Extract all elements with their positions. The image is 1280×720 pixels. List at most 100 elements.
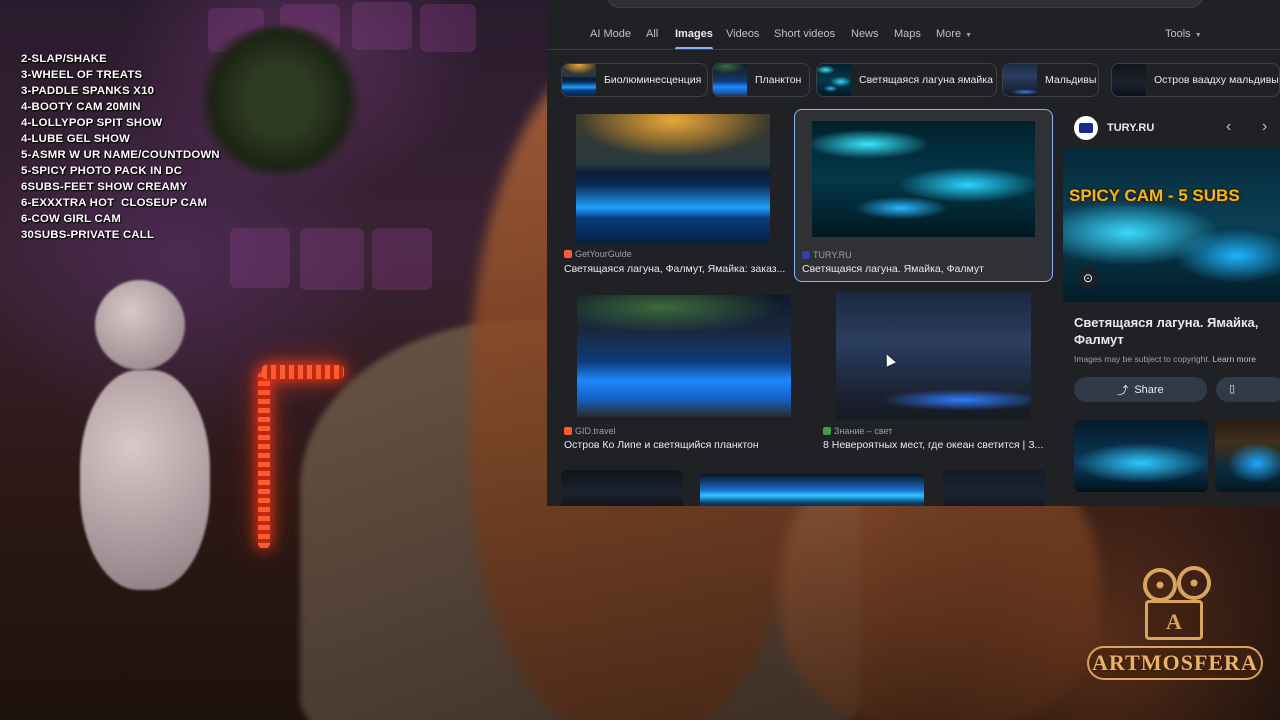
share-icon: ⤴ [1117, 384, 1129, 397]
film-reel-icon [1143, 568, 1177, 602]
tab-news[interactable]: News [851, 24, 879, 46]
favicon-icon [564, 427, 572, 435]
bookmark-icon: ▯ [1229, 383, 1236, 395]
search-tabs: AI Mode All Images Videos Short videos N… [547, 24, 1280, 50]
chip-thumbnail [562, 64, 596, 96]
source-label: TURY.RU [813, 250, 852, 260]
snowman-toy-body [80, 370, 210, 590]
image-search-window: AI Mode All Images Videos Short videos N… [547, 0, 1280, 506]
search-bar[interactable] [607, 0, 1203, 8]
chip-thumbnail [713, 64, 747, 96]
tab-all[interactable]: All [646, 24, 658, 46]
related-image[interactable] [1074, 420, 1208, 492]
chip-label: Остров ваадху мальдивы [1154, 74, 1279, 86]
image-result[interactable] [561, 470, 683, 506]
preview-site-name[interactable]: TURY.RU [1107, 122, 1154, 134]
result-image [700, 474, 924, 506]
menu-item: 3-WHEEL OF TREATS [21, 69, 143, 81]
copyright-text: Images may be subject to copyright. [1074, 354, 1211, 364]
lens-icon[interactable]: ⊙ [1077, 267, 1099, 289]
caret-down-icon: ▼ [965, 32, 972, 39]
chip-jamaica-lagoon[interactable]: Светящаяся лагуна ямайка [816, 63, 997, 97]
chevron-right-icon[interactable]: › [1262, 118, 1267, 136]
result-image [812, 121, 1035, 237]
caret-down-icon: ▼ [1194, 32, 1202, 39]
menu-item: 5-SPICY PHOTO PACK IN DC [21, 165, 183, 177]
window-pane [420, 4, 476, 52]
chip-label: Светящаяся лагуна ямайка [859, 74, 993, 86]
share-button[interactable]: ⤴ Share [1074, 377, 1207, 402]
result-source: GID.travel [564, 426, 616, 436]
image-result[interactable]: GID.travel Остров Ко Липе и светящийся п… [561, 292, 797, 458]
chevron-left-icon[interactable]: ‹ [1226, 118, 1231, 136]
tab-short-videos[interactable]: Short videos [774, 24, 835, 46]
camera-icon: A [1145, 600, 1203, 640]
chip-thumbnail [1003, 64, 1037, 96]
image-result-selected[interactable]: TURY.RU Светящаяся лагуна. Ямайка, Фалму… [794, 109, 1053, 282]
chip-thumbnail [1112, 64, 1146, 96]
chip-label: Биолюминесценция [604, 74, 702, 86]
source-label: GetYourGuide [575, 249, 632, 259]
tip-menu: 2-SLAP/SHAKE 3-WHEEL OF TREATS 3-PADDLE SP… [21, 51, 220, 243]
result-source: TURY.RU [802, 250, 852, 260]
logo-banner: ARTMOSFERA [1087, 646, 1263, 680]
chip-vaadhoo-island[interactable]: Остров ваадху мальдивы [1111, 63, 1280, 97]
artmosfera-logo: A ARTMOSFERA [1085, 566, 1265, 696]
image-result[interactable] [700, 474, 924, 506]
menu-item: 4-LOLLYPOP SPIT SHOW [21, 117, 163, 129]
share-label: Share [1134, 383, 1164, 396]
tab-images[interactable]: Images [675, 24, 713, 50]
related-image[interactable] [1215, 420, 1280, 492]
tab-ai-mode[interactable]: AI Mode [590, 24, 631, 46]
logo-letter: A [1166, 609, 1182, 634]
menu-item: 5-ASMR W UR NAME/COUNTDOWN [21, 149, 220, 161]
menu-item: 3-PADDLE SPANKS X10 [21, 85, 155, 97]
result-source: GetYourGuide [564, 249, 632, 259]
chip-label: Планктон [755, 74, 802, 86]
snowman-toy-head [95, 280, 185, 370]
save-button[interactable]: ▯ [1216, 377, 1280, 402]
result-title[interactable]: Светящаяся лагуна. Ямайка, Фалмут [802, 263, 1042, 275]
result-image [576, 114, 770, 244]
menu-item: 2-SLAP/SHAKE [21, 53, 107, 65]
chip-plankton[interactable]: Планктон [712, 63, 810, 97]
led-light-strip [262, 365, 344, 379]
learn-more-link[interactable]: Learn more [1212, 354, 1255, 364]
result-image [836, 292, 1031, 419]
menu-item: 6-EXXXTRA HOT CLOSEUP CAM [21, 197, 208, 209]
source-label: Знание – свет [834, 426, 893, 436]
promo-overlay: SPICY CAM - 5 SUBS [1069, 186, 1240, 206]
favicon-icon [823, 427, 831, 435]
image-result[interactable]: Знание – свет 8 Невероятных мест, где ок… [821, 290, 1049, 458]
preview-panel: TURY.RU ‹ › SPICY CAM - 5 SUBS ⊙ Светяща… [1063, 104, 1280, 506]
tools-button[interactable]: Tools ▼ [1165, 24, 1202, 46]
window-pane [372, 228, 432, 290]
window-pane [230, 228, 290, 288]
window-pane [300, 228, 364, 290]
image-result[interactable]: GetYourGuide Светящаяся лагуна, Фалмут, … [561, 112, 793, 278]
image-result[interactable] [943, 470, 1045, 506]
result-image [561, 470, 683, 506]
christmas-wreath [195, 25, 365, 175]
chip-bioluminescence[interactable]: Биолюминесценция [561, 63, 708, 97]
film-reel-icon [1177, 566, 1211, 600]
source-label: GID.travel [575, 426, 616, 436]
result-image [943, 470, 1045, 506]
tab-more[interactable]: More ▼ [936, 24, 972, 46]
favicon-icon [564, 250, 572, 258]
tab-videos[interactable]: Videos [726, 24, 759, 46]
result-image [577, 295, 791, 417]
menu-item: 4-BOOTY CAM 20MIN [21, 101, 141, 113]
chip-thumbnail [817, 64, 851, 96]
divider [547, 49, 1280, 50]
result-title[interactable]: 8 Невероятных мест, где океан светится |… [823, 439, 1045, 451]
tab-maps[interactable]: Maps [894, 24, 921, 46]
tab-more-label: More [936, 28, 962, 40]
chip-maldives[interactable]: Мальдивы [1002, 63, 1099, 97]
led-light-strip [258, 372, 270, 548]
result-title[interactable]: Остров Ко Липе и светящийся планктон [564, 439, 790, 451]
preview-title[interactable]: Светящаяся лагуна. Ямайка, Фалмут [1074, 314, 1274, 348]
favicon-icon [802, 251, 810, 259]
menu-item: 6-COW GIRL CAM [21, 213, 122, 225]
result-title[interactable]: Светящаяся лагуна, Фалмут, Ямайка: заказ… [564, 263, 786, 275]
